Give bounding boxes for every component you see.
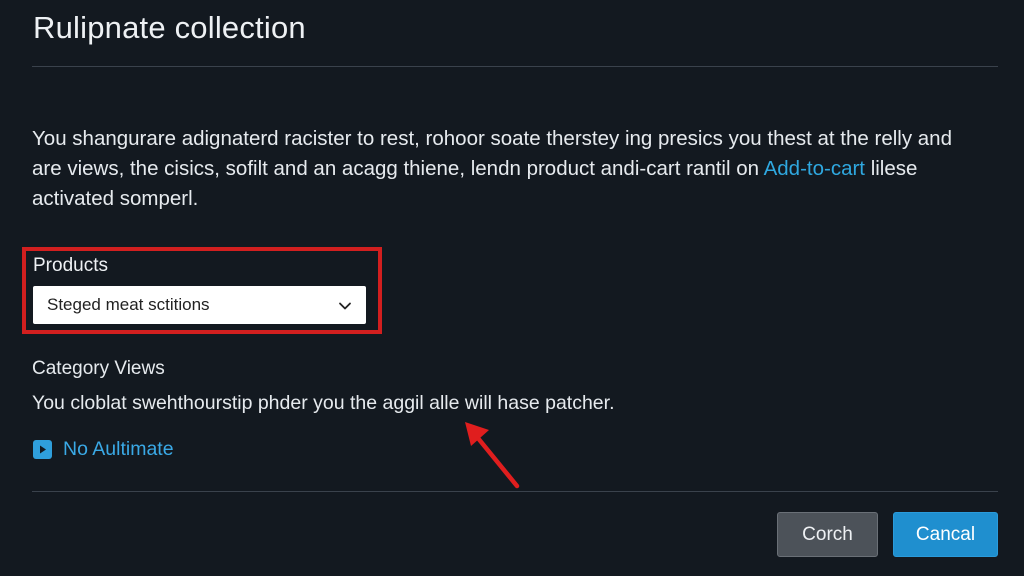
category-views-heading: Category Views — [32, 358, 165, 379]
red-arrow-annotation — [465, 422, 520, 489]
autoplay-toggle[interactable]: No Aultimate — [33, 438, 174, 461]
page-title: Rulipnate collection — [33, 10, 306, 45]
products-label: Products — [33, 255, 108, 276]
header-divider — [32, 66, 998, 67]
products-dropdown-value: Steged meat sctitions — [47, 295, 210, 314]
footer-divider — [32, 491, 998, 492]
cancel-button[interactable]: Cancal — [893, 512, 998, 557]
secondary-button[interactable]: Corch — [777, 512, 878, 557]
play-icon — [33, 440, 52, 459]
autoplay-label: No Aultimate — [63, 438, 174, 460]
chevron-down-icon — [338, 298, 352, 312]
products-dropdown[interactable]: Steged meat sctitions — [33, 286, 366, 324]
description-text: You shangurare adignaterd racister to re… — [32, 124, 982, 214]
add-to-cart-link[interactable]: Add-to-cart — [764, 157, 865, 180]
